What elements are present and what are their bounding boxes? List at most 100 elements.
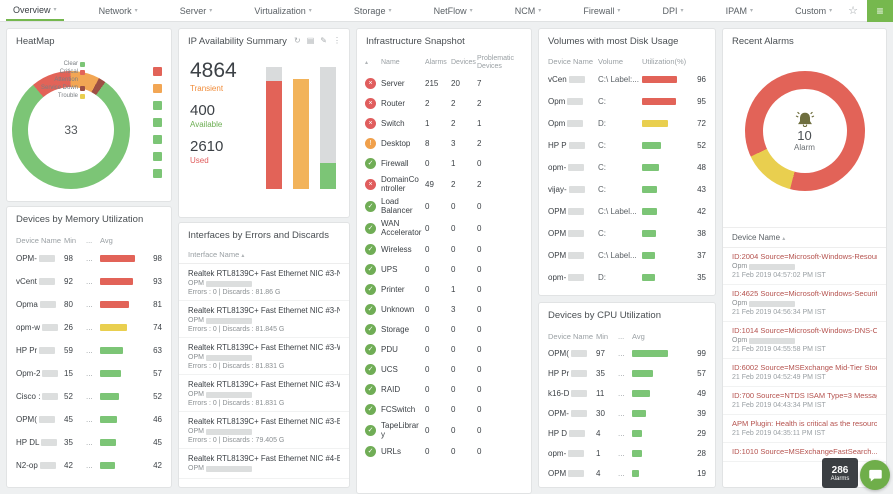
table-row[interactable]: OPM- 98... 98 — [7, 247, 171, 270]
table-row[interactable]: Cisco :52... 52 — [7, 385, 171, 408]
table-row[interactable]: opm- C: 48 — [539, 156, 715, 178]
interface-stats: Errors : 0 | Discards : 81.831 G — [188, 400, 285, 407]
table-row[interactable]: opm- 1... 28 — [539, 443, 715, 463]
table-row[interactable]: Opma 80... 81 — [7, 293, 171, 316]
devices-count: 3 — [451, 138, 456, 148]
table-row[interactable]: vCen C:\ Label:... 96 — [539, 68, 715, 90]
table-row[interactable]: vijay- C: 43 — [539, 178, 715, 200]
tab-server[interactable]: Server ▾ — [173, 0, 220, 21]
table-row[interactable]: HP Pr 59... 63 — [7, 339, 171, 362]
heat-cell[interactable] — [153, 101, 162, 110]
list-item[interactable]: Realtek RTL8139C+ Fast Ethernet NIC #3-N… — [179, 264, 349, 301]
heat-cell[interactable] — [153, 67, 162, 76]
table-row[interactable]: × DomainController 49 2 2 — [357, 173, 531, 195]
favorite-star-icon[interactable]: ☆ — [839, 4, 867, 17]
table-row[interactable]: HP DL 35... 45 — [7, 431, 171, 454]
list-item[interactable]: Realtek RTL8139C+ Fast Ethernet NIC #3-W… — [179, 338, 349, 375]
table-row[interactable]: ✓ Storage 0 0 0 — [357, 319, 531, 339]
heat-cell[interactable] — [153, 152, 162, 161]
tab-dpi[interactable]: DPI ▾ — [655, 0, 690, 21]
heat-cell[interactable] — [153, 135, 162, 144]
sort-caret-icon[interactable]: ▴ — [365, 59, 381, 67]
list-item[interactable]: Realtek RTL8139C+ Fast Ethernet NIC #3-E… — [179, 412, 349, 449]
list-header[interactable]: Interface Name ▴ — [179, 245, 349, 264]
table-row[interactable]: ! Desktop 8 3 2 — [357, 133, 531, 153]
table-row[interactable]: ✓ WAN Accelerator 0 0 0 — [357, 217, 531, 239]
alarm-count-badge[interactable]: 286 Alarms — [822, 458, 858, 488]
table-row[interactable]: k16-D 11... 49 — [539, 383, 715, 403]
tab-network[interactable]: Network ▾ — [92, 0, 145, 21]
table-row[interactable]: × Router 2 2 2 — [357, 93, 531, 113]
alarm-item[interactable]: ID:1014 Source=Microsoft-Windows-DNS-Cli… — [723, 322, 886, 359]
table-row[interactable]: × Switch 1 2 1 — [357, 113, 531, 133]
table-row[interactable]: ✓ Load Balancer 0 0 0 — [357, 195, 531, 217]
stacked-bar[interactable] — [293, 79, 309, 189]
table-row[interactable]: Opm-2 15... 57 — [7, 362, 171, 385]
category-name: DomainController — [381, 175, 419, 193]
table-row[interactable]: OPM C: 38 — [539, 222, 715, 244]
alarms-donut-chart[interactable]: 10 Alarm — [744, 71, 865, 191]
edit-icon[interactable]: ✎ — [320, 36, 327, 45]
table-row[interactable]: ✓ Firewall 0 1 0 — [357, 153, 531, 173]
list-item[interactable]: Realtek RTL8139C+ Fast Ethernet NIC #3-N… — [179, 301, 349, 338]
table-row[interactable]: ✓ UCS 0 0 0 — [357, 359, 531, 379]
tab-storage[interactable]: Storage ▾ — [347, 0, 399, 21]
table-row[interactable]: ✓ Wireless 0 0 0 — [357, 239, 531, 259]
table-row[interactable]: ✓ URLs 0 0 0 — [357, 441, 531, 461]
heat-cell[interactable] — [153, 118, 162, 127]
table-row[interactable]: Opm C: 95 — [539, 90, 715, 112]
alarm-item[interactable]: ID:4625 Source=Microsoft-Windows-Securit… — [723, 285, 886, 322]
table-row[interactable]: ✓ UPS 0 0 0 — [357, 259, 531, 279]
table-row[interactable]: HP D 4... 29 — [539, 423, 715, 443]
utilization-bar — [632, 429, 642, 437]
table-row[interactable]: ✓ PDU 0 0 0 — [357, 339, 531, 359]
table-row[interactable]: OPM(97... 99 — [539, 343, 715, 363]
alarm-item[interactable]: ID:6002 Source=MSExchange Mid-Tier Stora… — [723, 359, 886, 387]
table-row[interactable]: N2-op 42... 42 — [7, 454, 171, 477]
tab-firewall[interactable]: Firewall ▾ — [576, 0, 627, 21]
alarm-item[interactable]: ID:700 Source=NTDS ISAM Type=3 Message=N… — [723, 387, 886, 415]
table-row[interactable]: ✓ FCSwitch 0 0 0 — [357, 399, 531, 419]
tab-netflow[interactable]: NetFlow ▾ — [427, 0, 480, 21]
table-row[interactable]: OPM- 30... 39 — [539, 403, 715, 423]
stacked-bar[interactable] — [320, 67, 336, 189]
table-row[interactable]: ✓ Printer 0 1 0 — [357, 279, 531, 299]
table-row[interactable]: HP Pr 35... 57 — [539, 363, 715, 383]
alarms-count: 0 — [425, 223, 430, 233]
devices-count: 20 — [451, 78, 460, 88]
tab-virtualization[interactable]: Virtualization ▾ — [247, 0, 318, 21]
table-row[interactable]: OPM C:\ Label... 42 — [539, 200, 715, 222]
table-row[interactable]: ✓ TapeLibrary 0 0 0 — [357, 419, 531, 441]
table-row[interactable]: OPM 4... 19 — [539, 463, 715, 483]
alarm-item[interactable]: ID:2004 Source=Microsoft-Windows-Resourc… — [723, 248, 886, 285]
tab-overview[interactable]: Overview ▾ — [6, 0, 64, 21]
category-name: Firewall — [381, 158, 409, 168]
alarm-item[interactable]: ID:1010 Source=MSExchangeFastSearch... — [723, 443, 886, 462]
table-row[interactable]: opm-w 26... 74 — [7, 316, 171, 339]
tab-ncm[interactable]: NCM ▾ — [508, 0, 549, 21]
alarm-item[interactable]: APM Plugin: Health is critical as the re… — [723, 415, 886, 443]
table-row[interactable]: ✓ RAID 0 0 0 — [357, 379, 531, 399]
layout-icon[interactable]: ▤ — [307, 36, 315, 45]
list-item[interactable]: Realtek RTL8139C+ Fast Ethernet NIC #4-E… — [179, 449, 349, 479]
devices-count: 0 — [451, 201, 456, 211]
heat-cell[interactable] — [153, 169, 162, 178]
hamburger-menu-button[interactable]: ≡ — [867, 0, 893, 22]
tab-ipam[interactable]: IPAM ▾ — [719, 0, 760, 21]
heat-cell[interactable] — [153, 84, 162, 93]
table-row[interactable]: ✓ Unknown 0 3 0 — [357, 299, 531, 319]
table-row[interactable]: OPM(45... 46 — [7, 408, 171, 431]
table-row[interactable]: opm- D: 35 — [539, 266, 715, 288]
chat-button[interactable] — [860, 460, 890, 490]
more-options-icon[interactable]: ⋮ — [333, 36, 341, 45]
table-row[interactable]: Opm D: 72 — [539, 112, 715, 134]
list-header[interactable]: Device Name ▴ — [723, 227, 886, 248]
table-row[interactable]: vCent 92... 93 — [7, 270, 171, 293]
stacked-bar[interactable] — [266, 67, 282, 189]
refresh-icon[interactable]: ↻ — [294, 36, 301, 45]
table-row[interactable]: × Server 215 20 7 — [357, 73, 531, 93]
table-row[interactable]: OPM C:\ Label... 37 — [539, 244, 715, 266]
table-row[interactable]: HP P C: 52 — [539, 134, 715, 156]
tab-custom[interactable]: Custom ▾ — [788, 0, 839, 21]
list-item[interactable]: Realtek RTL8139C+ Fast Ethernet NIC #3-W… — [179, 375, 349, 412]
